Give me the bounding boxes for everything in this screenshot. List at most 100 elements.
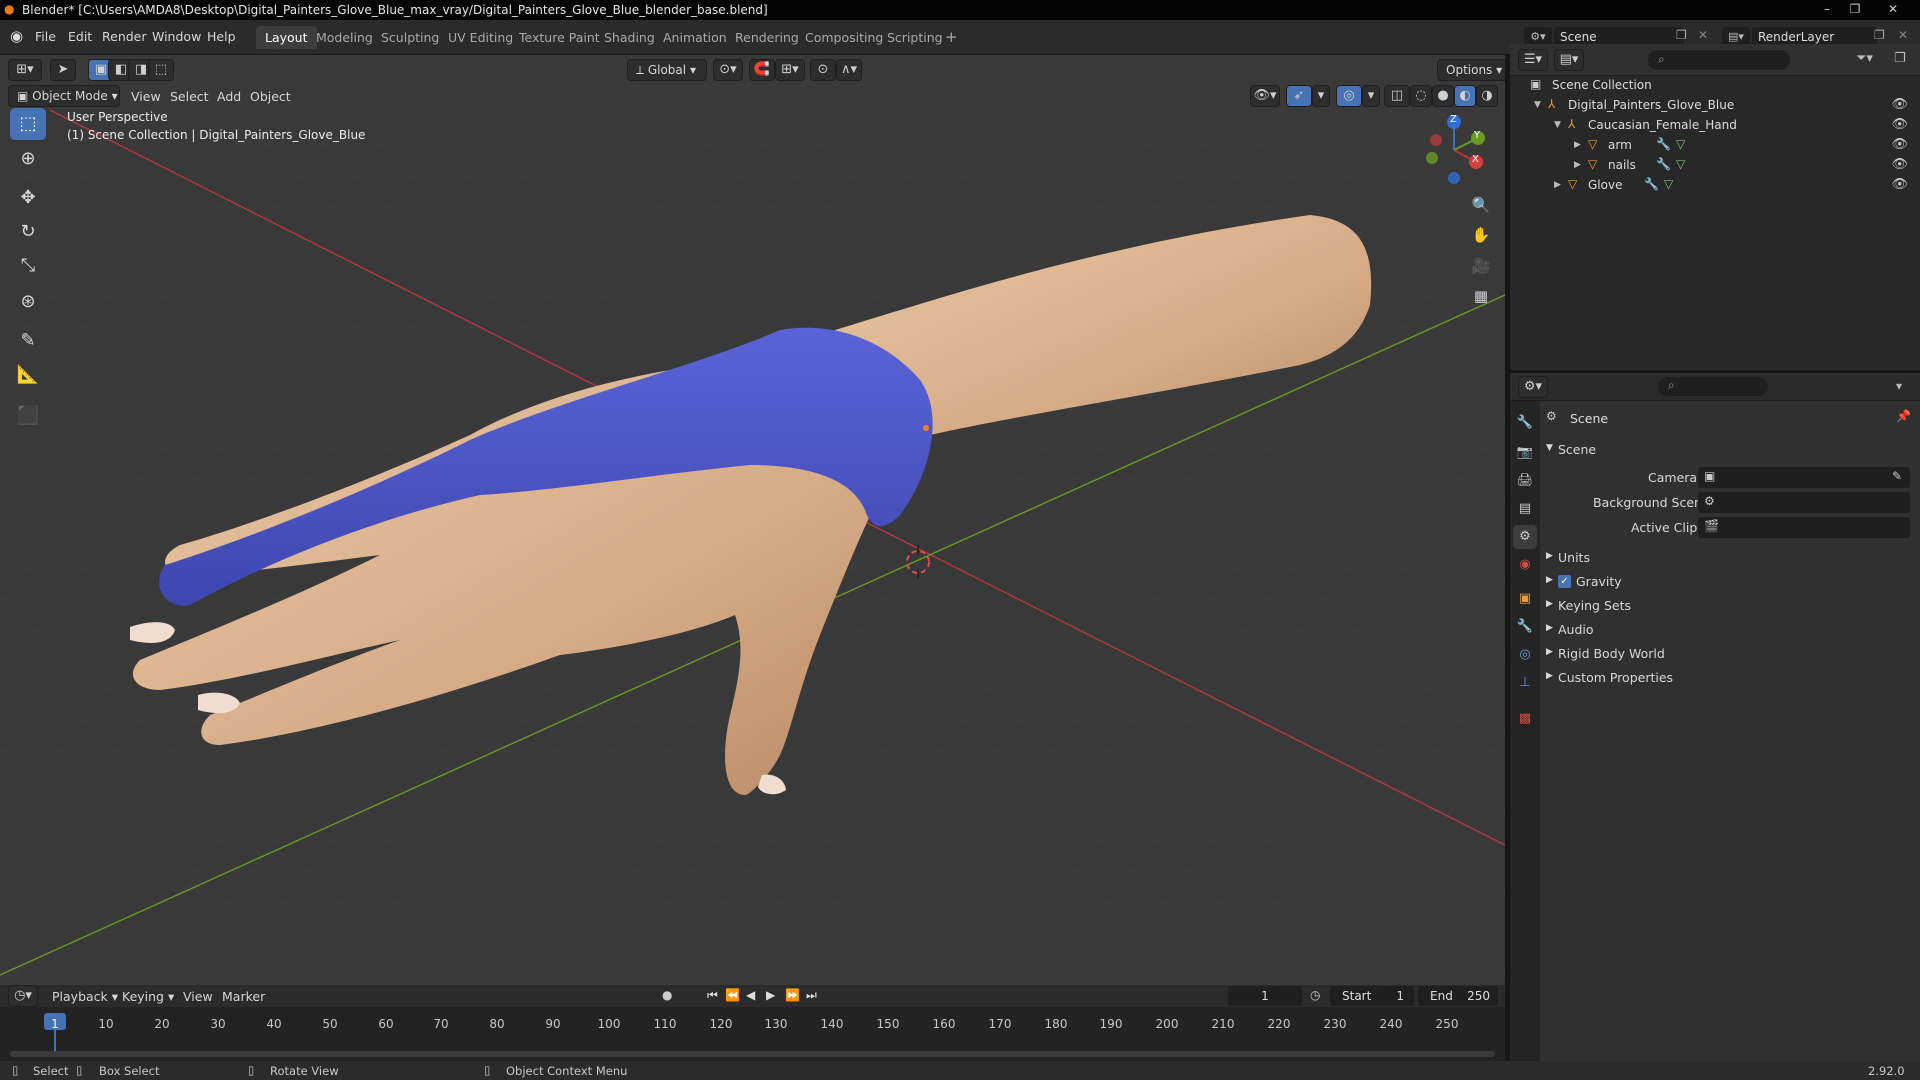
camera-field[interactable]: ▣ ✎	[1698, 467, 1910, 488]
visibility-eye-icon[interactable]: 👁	[1891, 137, 1908, 152]
pin-icon[interactable]: 📌	[1896, 409, 1911, 423]
timeline-scrollbar[interactable]	[10, 1051, 1495, 1057]
outliner-item[interactable]: ▶ ▽ nails 🔧 ▽ 👁	[1510, 156, 1920, 176]
proportional-edit-icon[interactable]: ⊙	[810, 59, 836, 81]
rigid-body-world-panel-header[interactable]: ▶ Rigid Body World	[1540, 642, 1920, 666]
measure-tool-icon[interactable]: 📐	[10, 359, 46, 391]
annotate-tool-icon[interactable]: ✎	[10, 325, 46, 357]
select-box-tool-icon[interactable]: ⬚	[10, 108, 46, 140]
rendered-shading-icon[interactable]: ◑	[1476, 85, 1498, 107]
start-frame-field[interactable]: Start 1	[1330, 986, 1414, 1006]
active-clip-field[interactable]: 🎬	[1698, 517, 1910, 538]
outliner-search-input[interactable]: ⌕	[1648, 50, 1790, 70]
move-tool-icon[interactable]: ✥	[10, 182, 46, 214]
expand-arrow-icon[interactable]: ▶	[1574, 140, 1581, 150]
timeline-menu-playback[interactable]: Playback ▾	[52, 989, 118, 1004]
wireframe-shading-icon[interactable]: ◌	[1410, 85, 1432, 107]
select-tool-mode-icon[interactable]: ➤	[50, 59, 76, 81]
expand-arrow-icon[interactable]: ▶	[1574, 160, 1581, 170]
close-button[interactable]: ✕	[1880, 0, 1906, 18]
snap-target-icon[interactable]: ⊞▾	[775, 59, 805, 81]
jump-keyframe-forward-icon[interactable]: ⏩	[785, 988, 800, 1002]
tab-scripting[interactable]: Scripting	[878, 26, 952, 49]
transform-orientation-dropdown[interactable]: ⟂ Global ▾	[627, 59, 707, 81]
timeline-menu-keying[interactable]: Keying ▾	[122, 989, 174, 1004]
visibility-eye-icon[interactable]: 👁	[1891, 177, 1908, 192]
keying-sets-panel-header[interactable]: ▶ Keying Sets	[1540, 594, 1920, 618]
select-intersect-icon[interactable]: ⬚	[148, 59, 174, 81]
delete-view-layer-icon[interactable]: ✕	[1898, 28, 1908, 42]
tab-sculpting[interactable]: Sculpting	[372, 26, 448, 49]
collapse-arrow-icon[interactable]: ▼	[1534, 100, 1541, 110]
visibility-icon[interactable]: 👁▾	[1250, 85, 1280, 107]
end-frame-field[interactable]: End 250	[1418, 986, 1498, 1006]
custom-properties-panel-header[interactable]: ▶ Custom Properties	[1540, 666, 1920, 690]
outliner-item[interactable]: ▼ ⅄ Caucasian_Female_Hand 👁	[1510, 116, 1920, 136]
visibility-eye-icon[interactable]: 👁	[1891, 157, 1908, 172]
properties-search-input[interactable]: ⌕	[1658, 377, 1768, 396]
background-scene-field[interactable]: ⚙	[1698, 492, 1910, 513]
xray-toggle-icon[interactable]: ◫	[1384, 85, 1410, 107]
properties-editor-type-icon[interactable]: ⚙▾	[1518, 376, 1548, 398]
outliner-item[interactable]: ▶ ▽ arm 🔧 ▽ 👁	[1510, 136, 1920, 156]
camera-view-icon[interactable]: 🎥	[1466, 252, 1496, 280]
overlay-toggle-icon[interactable]: ◎	[1336, 85, 1362, 107]
chevron-down-icon[interactable]: ▾	[1896, 379, 1902, 393]
scene-collection-row[interactable]: ▣ Scene Collection	[1510, 76, 1920, 96]
menu-file[interactable]: File	[35, 29, 56, 44]
ortho-grid-icon[interactable]: ▦	[1466, 282, 1496, 310]
menu-render[interactable]: Render	[102, 29, 147, 44]
options-dropdown[interactable]: Options ▾	[1437, 59, 1512, 81]
delete-scene-icon[interactable]: ✕	[1698, 28, 1708, 42]
viewport-menu-object[interactable]: Object	[250, 89, 291, 104]
jump-keyframe-back-icon[interactable]: ⏪	[725, 988, 740, 1002]
viewport-menu-view[interactable]: View	[131, 89, 161, 104]
solid-shading-icon[interactable]: ●	[1432, 85, 1454, 107]
maximize-button[interactable]: ❐	[1842, 0, 1868, 18]
rotate-tool-icon[interactable]: ↻	[10, 216, 46, 248]
expand-arrow-icon[interactable]: ▶	[1554, 180, 1561, 190]
minimize-button[interactable]: –	[1814, 0, 1840, 18]
tab-animation[interactable]: Animation	[654, 26, 736, 49]
navigation-gizmo[interactable]: Z Y X	[1418, 110, 1498, 190]
timeline-menu-marker[interactable]: Marker	[222, 989, 265, 1004]
gizmo-toggle-icon[interactable]: ➶	[1286, 85, 1312, 107]
gizmo-options-icon[interactable]: ▾	[1312, 85, 1330, 107]
play-icon[interactable]: ▶	[766, 988, 775, 1002]
collapse-arrow-icon[interactable]: ▼	[1554, 120, 1561, 130]
new-collection-icon[interactable]: ❐	[1894, 51, 1906, 66]
outliner-item[interactable]: ▼ ⅄ Digital_Painters_Glove_Blue 👁	[1510, 96, 1920, 116]
scale-tool-icon[interactable]: ⤡	[10, 250, 46, 282]
cursor-tool-icon[interactable]: ⊕	[10, 143, 46, 175]
transform-tool-icon[interactable]: ⊛	[10, 286, 46, 318]
units-panel-header[interactable]: ▶ Units	[1540, 546, 1920, 570]
snap-icon[interactable]: 🧲	[749, 59, 775, 81]
add-workspace-icon[interactable]: +	[945, 28, 958, 46]
new-scene-icon[interactable]: ❐	[1676, 28, 1687, 42]
menu-edit[interactable]: Edit	[68, 29, 92, 44]
mode-dropdown[interactable]: ▣ Object Mode ▾	[8, 85, 120, 107]
falloff-icon[interactable]: ∧▾	[836, 59, 862, 81]
area-divider-horizontal[interactable]	[1510, 370, 1920, 373]
audio-panel-header[interactable]: ▶ Audio	[1540, 618, 1920, 642]
tab-modeling[interactable]: Modeling	[307, 26, 382, 49]
timeline-menu-view[interactable]: View	[183, 989, 213, 1004]
play-reverse-icon[interactable]: ◀	[746, 988, 755, 1002]
filter-icon[interactable]: ⏷▾	[1856, 51, 1873, 66]
jump-start-icon[interactable]: ⏮	[707, 988, 718, 1003]
gravity-checkbox[interactable]: ✓	[1558, 575, 1571, 588]
blender-menu-icon[interactable]: ◉	[10, 27, 23, 45]
new-view-layer-icon[interactable]: ❐	[1874, 28, 1885, 42]
jump-end-icon[interactable]: ⏭	[806, 988, 817, 1003]
scene-panel-header[interactable]: ▼ Scene	[1540, 438, 1920, 462]
editor-type-icon[interactable]: ⊞▾	[8, 59, 42, 81]
add-cube-tool-icon[interactable]: ⬛	[10, 400, 46, 432]
3d-viewport[interactable]	[0, 55, 1505, 985]
overlay-options-icon[interactable]: ▾	[1362, 85, 1380, 107]
menu-window[interactable]: Window	[152, 29, 201, 44]
current-frame-field[interactable]: 1	[1228, 986, 1302, 1006]
timeline-editor-type-icon[interactable]: ◷▾	[8, 985, 38, 1007]
viewport-menu-add[interactable]: Add	[217, 89, 241, 104]
material-shading-icon[interactable]: ◐	[1454, 85, 1476, 107]
tab-texture-paint[interactable]: Texture Paint	[510, 26, 609, 49]
